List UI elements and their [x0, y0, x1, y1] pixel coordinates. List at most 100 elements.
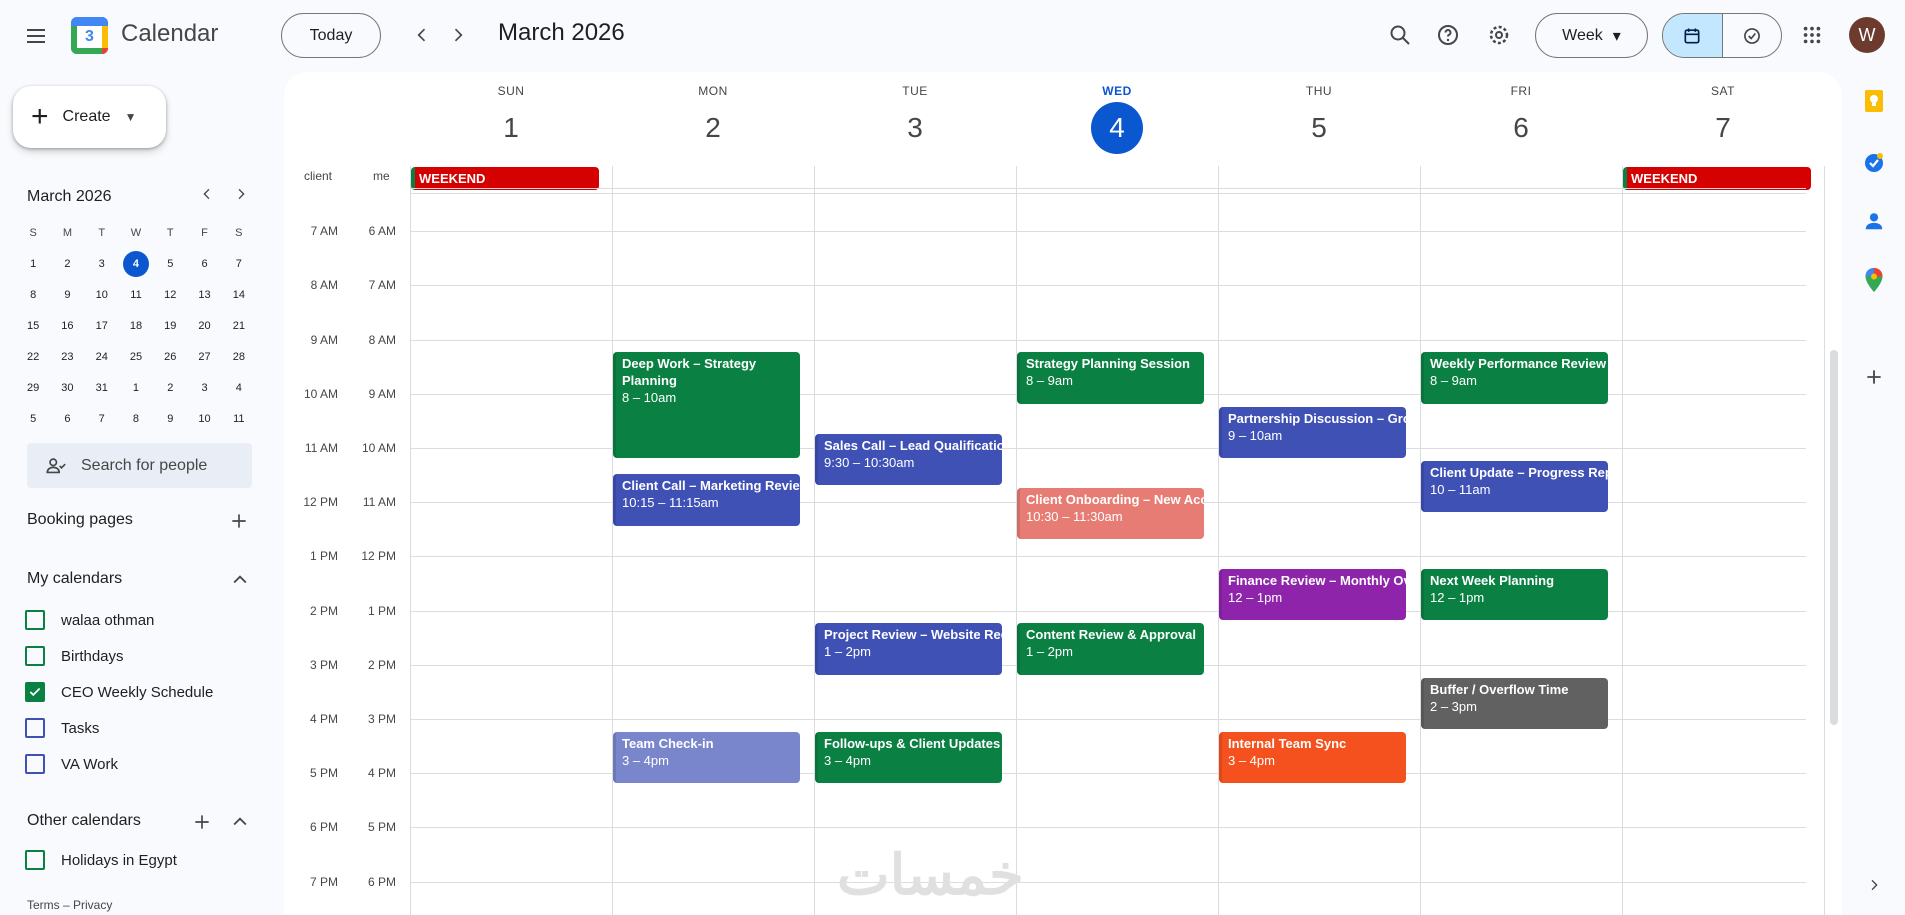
- calendar-event[interactable]: Sales Call – Lead Qualification 9:30 – 10…: [815, 433, 1002, 485]
- mini-calendar-day[interactable]: 18: [119, 310, 153, 341]
- mini-calendar-day[interactable]: 2: [153, 372, 187, 403]
- mini-calendar-day[interactable]: 7: [85, 403, 119, 434]
- create-button[interactable]: + Create ▼: [13, 86, 166, 148]
- calendar-item[interactable]: walaa othman: [25, 610, 154, 630]
- checkbox-checked-icon[interactable]: [25, 682, 45, 702]
- mini-calendar-day[interactable]: 5: [153, 248, 187, 279]
- footer-links[interactable]: Terms – Privacy: [27, 898, 112, 912]
- add-other-calendar-button[interactable]: [188, 808, 216, 836]
- mini-calendar-day[interactable]: 11: [222, 403, 256, 434]
- day-header[interactable]: WED 4: [1016, 72, 1218, 154]
- calendar-event[interactable]: Finance Review – Monthly Overview12 – 1p…: [1219, 569, 1406, 621]
- mini-calendar-day[interactable]: 4: [222, 372, 256, 403]
- mini-calendar-day[interactable]: 10: [85, 279, 119, 310]
- mini-calendar-day[interactable]: 7: [222, 248, 256, 279]
- mini-calendar-day[interactable]: 1: [119, 372, 153, 403]
- calendar-item[interactable]: Tasks: [25, 718, 99, 738]
- apps-grid-icon[interactable]: [1792, 15, 1832, 55]
- mini-calendar-day[interactable]: 15: [16, 310, 50, 341]
- day-header[interactable]: SUN 1: [410, 72, 612, 154]
- calendar-event[interactable]: Follow-ups & Client Updates 3 – 4pm: [815, 731, 1002, 783]
- search-icon[interactable]: [1380, 15, 1420, 55]
- day-number[interactable]: 5: [1293, 102, 1345, 154]
- mini-calendar-day[interactable]: 9: [50, 279, 84, 310]
- day-number[interactable]: 6: [1495, 102, 1547, 154]
- calendar-event[interactable]: Content Review & Approval 1 – 2pm: [1017, 623, 1204, 675]
- mini-calendar-day[interactable]: 27: [187, 341, 221, 372]
- mini-calendar-day[interactable]: 17: [85, 310, 119, 341]
- calendar-view-toggle[interactable]: [1663, 14, 1722, 57]
- tasks-view-toggle[interactable]: [1721, 14, 1782, 57]
- my-calendars-title[interactable]: My calendars: [27, 570, 122, 588]
- mini-calendar-day[interactable]: 19: [153, 310, 187, 341]
- calendar-event[interactable]: Deep Work – Strategy Planning 8 – 10am: [613, 352, 800, 458]
- mini-next-month-button[interactable]: [227, 180, 255, 208]
- mini-calendar-day[interactable]: 1: [16, 248, 50, 279]
- expand-panel-chevron-icon[interactable]: [1859, 870, 1889, 900]
- search-people-field[interactable]: Search for people: [27, 443, 252, 488]
- today-button[interactable]: Today: [281, 13, 381, 58]
- mini-calendar-day[interactable]: 13: [187, 279, 221, 310]
- mini-calendar-day[interactable]: 9: [153, 403, 187, 434]
- mini-calendar-day[interactable]: 5: [16, 403, 50, 434]
- mini-calendar-day[interactable]: 4: [119, 248, 153, 279]
- mini-calendar-day[interactable]: 22: [16, 341, 50, 372]
- calendar-event[interactable]: Partnership Discussion – Growth9 – 10am: [1219, 406, 1406, 458]
- all-day-event[interactable]: WEEKEND: [1623, 167, 1811, 190]
- help-icon[interactable]: [1428, 15, 1468, 55]
- checkbox-icon[interactable]: [25, 718, 45, 738]
- mini-calendar-day[interactable]: 8: [119, 403, 153, 434]
- mini-calendar-day[interactable]: 8: [16, 279, 50, 310]
- mini-calendar-day[interactable]: 28: [222, 341, 256, 372]
- mini-calendar-day[interactable]: 16: [50, 310, 84, 341]
- gear-icon[interactable]: [1479, 15, 1519, 55]
- checkbox-icon[interactable]: [25, 754, 45, 774]
- day-number[interactable]: 4: [1091, 102, 1143, 154]
- calendar-logo-icon[interactable]: 3: [71, 17, 108, 54]
- checkbox-icon[interactable]: [25, 610, 45, 630]
- day-number[interactable]: 1: [485, 102, 537, 154]
- collapse-other-calendars-button[interactable]: [226, 808, 254, 836]
- time-grid[interactable]: 7 AM 6 AM 8 AM 7 AM 9 AM 8 AM 10 AM 9 AM 11 AM 10…: [284, 166, 1842, 915]
- day-header[interactable]: THU 5: [1218, 72, 1420, 154]
- checkbox-icon[interactable]: [25, 646, 45, 666]
- calendar-item[interactable]: Holidays in Egypt: [25, 850, 177, 870]
- mini-calendar-day[interactable]: 14: [222, 279, 256, 310]
- get-addons-plus-icon[interactable]: [1859, 362, 1889, 392]
- mini-calendar-day[interactable]: 10: [187, 403, 221, 434]
- calendar-event[interactable]: Buffer / Overflow Time 2 – 3pm: [1421, 677, 1608, 729]
- mini-calendar-day[interactable]: 20: [187, 310, 221, 341]
- calendar-event[interactable]: Client Call – Marketing Review 10:15 – 11…: [613, 474, 800, 526]
- mini-calendar-day[interactable]: 29: [16, 372, 50, 403]
- day-number[interactable]: 7: [1697, 102, 1749, 154]
- mini-calendar-day[interactable]: 2: [50, 248, 84, 279]
- calendar-event[interactable]: Internal Team Sync 3 – 4pm: [1219, 731, 1406, 783]
- checkbox-icon[interactable]: [25, 850, 45, 870]
- mini-calendar-day[interactable]: 6: [50, 403, 84, 434]
- day-header[interactable]: TUE 3: [814, 72, 1016, 154]
- calendar-event[interactable]: Strategy Planning Session 8 – 9am: [1017, 352, 1204, 404]
- mini-calendar-day[interactable]: 24: [85, 341, 119, 372]
- day-number[interactable]: 3: [889, 102, 941, 154]
- mini-calendar-day[interactable]: 26: [153, 341, 187, 372]
- mini-calendar-day[interactable]: 11: [119, 279, 153, 310]
- next-week-button[interactable]: [440, 15, 476, 55]
- mini-calendar-day[interactable]: 23: [50, 341, 84, 372]
- day-header[interactable]: FRI 6: [1420, 72, 1622, 154]
- day-number[interactable]: 2: [687, 102, 739, 154]
- mini-calendar-day[interactable]: 6: [187, 248, 221, 279]
- view-selector[interactable]: Week ▾: [1535, 13, 1648, 58]
- collapse-my-calendars-button[interactable]: [226, 566, 254, 594]
- calendar-event[interactable]: Weekly Performance Review 8 – 9am: [1421, 352, 1608, 404]
- calendar-item[interactable]: CEO Weekly Schedule: [25, 682, 213, 702]
- calendar-event[interactable]: Project Review – Website Redesign1 – 2pm: [815, 623, 1002, 675]
- mini-calendar-day[interactable]: 25: [119, 341, 153, 372]
- calendar-event[interactable]: Team Check-in 3 – 4pm: [613, 731, 800, 783]
- app-title[interactable]: Calendar: [121, 20, 218, 48]
- mini-calendar-day[interactable]: 21: [222, 310, 256, 341]
- keep-icon[interactable]: [1859, 86, 1889, 116]
- add-booking-page-button[interactable]: [225, 507, 253, 535]
- calendar-item[interactable]: Birthdays: [25, 646, 124, 666]
- day-header[interactable]: SAT 7: [1622, 72, 1824, 154]
- maps-icon[interactable]: [1859, 265, 1889, 295]
